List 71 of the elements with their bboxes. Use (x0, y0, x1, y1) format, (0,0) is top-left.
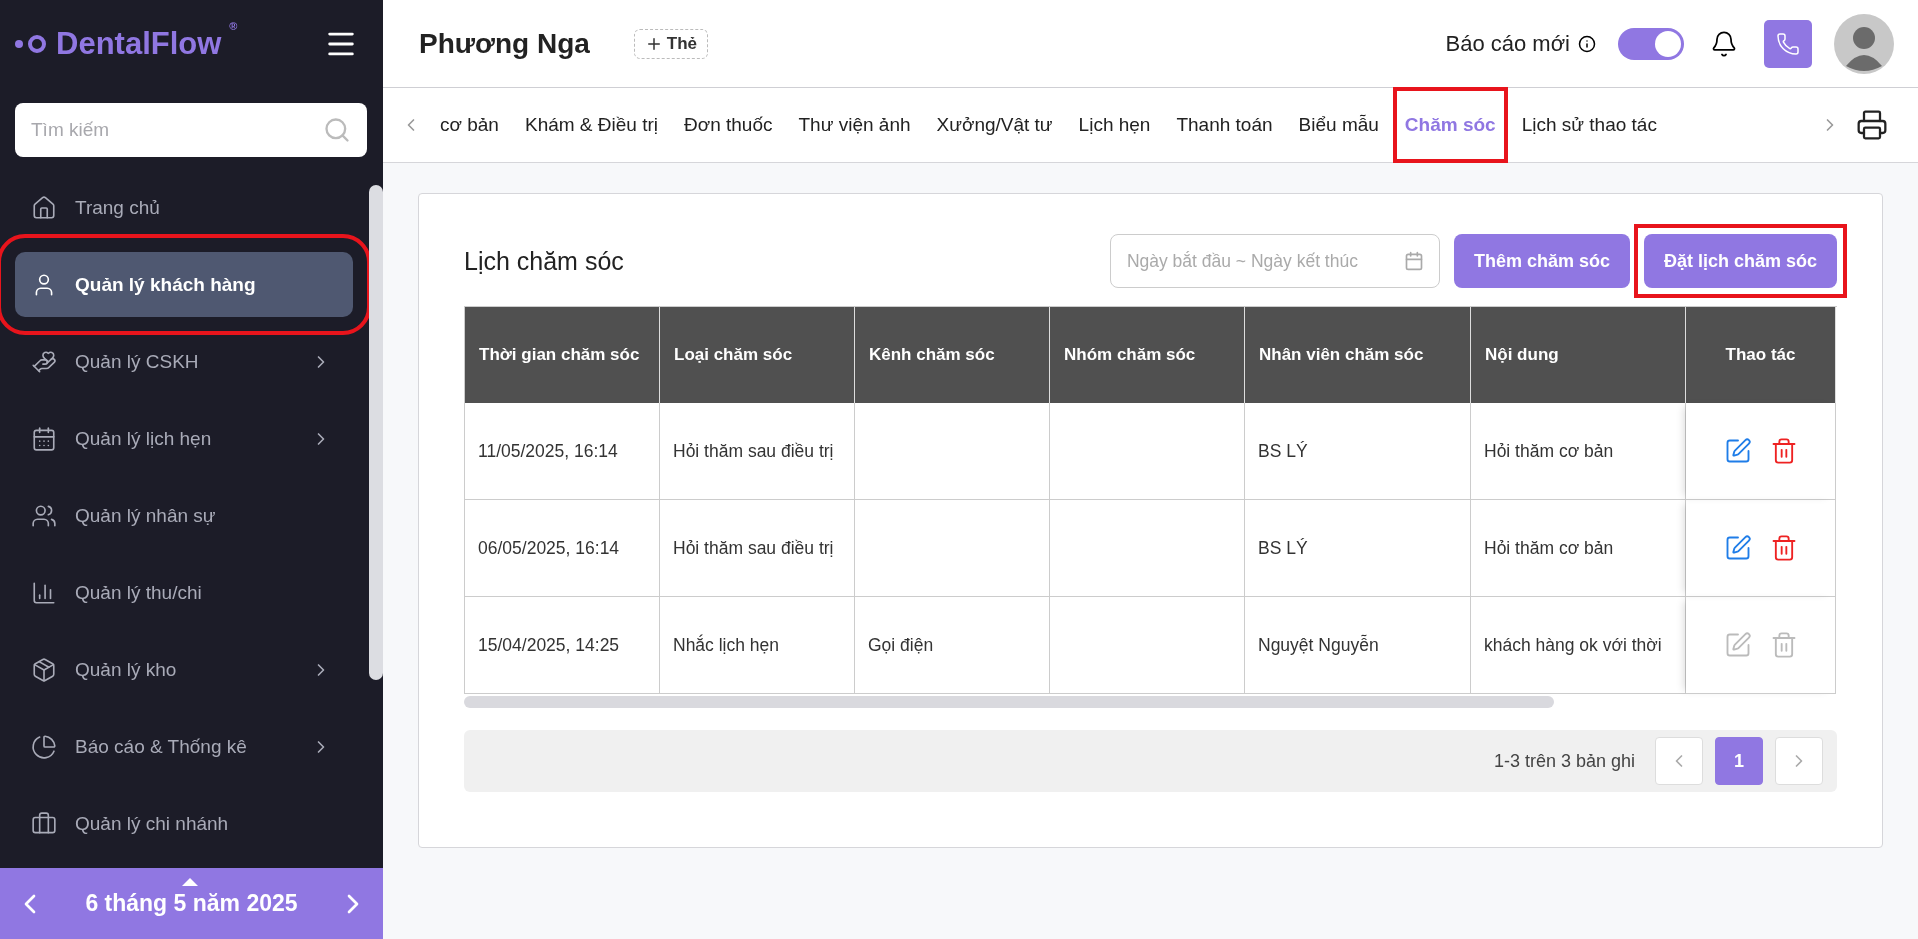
sidebar-item[interactable]: Quản lý khách hàng (15, 252, 353, 317)
page-button[interactable]: 1 (1715, 737, 1763, 785)
tab[interactable]: Đơn thuốc (673, 88, 784, 162)
sidebar-item[interactable]: Quản lý kho (15, 637, 353, 702)
info-icon (1578, 34, 1596, 53)
table-cell: 11/05/2025, 16:14 (465, 403, 660, 500)
sidebar-item[interactable]: Báo cáo & Thống kê (15, 714, 353, 779)
house-icon (31, 194, 57, 221)
tab[interactable]: Chăm sóc (1393, 88, 1507, 162)
sidebar-item[interactable]: Quản lý CSKH (15, 329, 353, 394)
table-cell: Gọi điện (855, 597, 1050, 694)
tab[interactable]: cơ bản (429, 88, 510, 162)
tab[interactable]: Xưởng/Vật tư (925, 88, 1064, 162)
sidebar-item[interactable]: Trang chủ (15, 175, 353, 240)
sidebar-item[interactable]: Quản lý chi nhánh (15, 791, 353, 856)
search-field[interactable]: Tìm kiếm (15, 103, 367, 157)
caret-icon[interactable] (182, 878, 198, 886)
record-count: 1-3 trên 3 bản ghi (1493, 750, 1635, 772)
column-header: Loại chăm sóc (660, 307, 855, 403)
table-cell: khách hàng ok với thời (1471, 597, 1686, 694)
tab[interactable]: Thanh toán (1165, 88, 1284, 162)
column-header: Nội dung (1471, 307, 1686, 403)
tab[interactable]: Thư viện ảnh (787, 88, 922, 162)
scrollbar[interactable] (369, 185, 383, 680)
add-tag-button[interactable]: Thẻ (633, 28, 709, 59)
primary-button[interactable]: Đặt lịch chăm sóc (1643, 234, 1837, 288)
table-cell: BS LÝ (1245, 403, 1471, 500)
phone-button[interactable] (1764, 19, 1812, 68)
phone-icon (1776, 31, 1800, 56)
column-header: Thời gian chăm sóc (465, 307, 660, 403)
logo-icon (14, 34, 48, 54)
sidebar-item[interactable]: Quản lý nhân sự (15, 483, 353, 548)
pie-chart-icon (31, 733, 57, 760)
tab[interactable]: Biểu mẫu (1287, 88, 1390, 162)
column-header: Nhóm chăm sóc (1050, 307, 1245, 403)
tab[interactable]: Khám & Điều trị (513, 88, 669, 162)
logo-text: DentalFlow (56, 26, 222, 62)
section-title: Lịch chăm sóc (464, 246, 624, 276)
table-cell: Hỏi thăm sau điều trị (660, 500, 855, 597)
toggle-switch[interactable] (1618, 27, 1684, 60)
table-cell: Hỏi thăm sau điều trị (660, 403, 855, 500)
date-label: 6 tháng 5 năm 2025 (85, 890, 298, 917)
column-header: Thao tác (1686, 307, 1836, 403)
column-header: Nhân viên chăm sóc (1245, 307, 1471, 403)
hand-icon (31, 348, 57, 375)
table-cell: Nhắc lịch hẹn (660, 597, 855, 694)
table-cell: 15/04/2025, 14:25 (465, 597, 660, 694)
avatar[interactable] (1834, 13, 1894, 74)
table-cell: BS LÝ (1245, 500, 1471, 597)
sidebar-item[interactable]: Quản lý lịch hẹn (15, 406, 353, 471)
report-label: Báo cáo mới (1445, 30, 1570, 57)
printer-icon[interactable] (1856, 109, 1888, 141)
table-cell: 06/05/2025, 16:14 (465, 500, 660, 597)
tab[interactable]: Lịch sử thao tác (1510, 88, 1668, 162)
scrollbar[interactable] (464, 696, 1554, 708)
table-cell: Nguyệt Nguyễn (1245, 597, 1471, 694)
people-icon (31, 502, 57, 529)
sidebar-item[interactable]: Quản lý thu/chi (15, 560, 353, 625)
bell-icon[interactable] (1710, 29, 1738, 58)
date-range-field[interactable]: Ngày bắt đầu ~ Ngày kết thúc (1109, 234, 1440, 288)
tab[interactable]: Lịch hẹn (1067, 88, 1162, 162)
calendar-icon (31, 425, 57, 452)
registered-mark: ® (229, 20, 238, 32)
column-header: Kênh chăm sóc (855, 307, 1050, 403)
table-cell: Hỏi thăm cơ bản (1471, 403, 1686, 500)
search-icon (323, 116, 351, 144)
box-icon (31, 656, 57, 683)
primary-button[interactable]: Thêm chăm sóc (1453, 234, 1630, 288)
calendar-icon (1403, 251, 1424, 271)
table-cell: Hỏi thăm cơ bản (1471, 500, 1686, 597)
patient-name: Phương Nga (419, 27, 590, 60)
